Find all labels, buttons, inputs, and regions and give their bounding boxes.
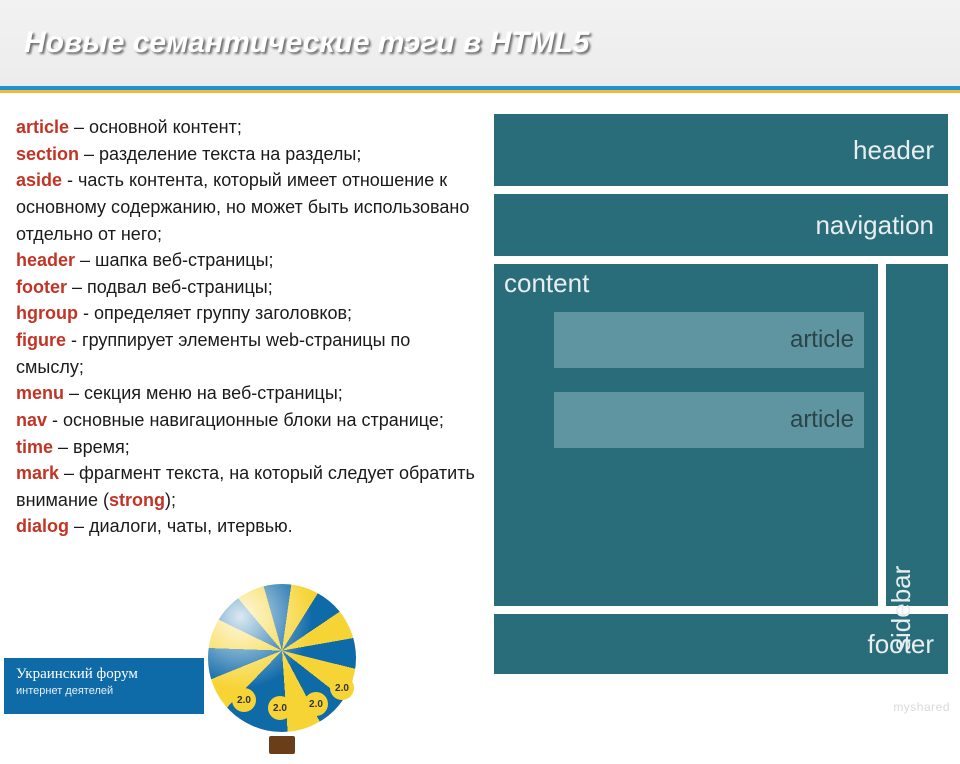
def-time: time – время;: [16, 434, 476, 461]
term-header: header: [16, 250, 75, 270]
slide-title: Новые семантические тэги в HTML5: [24, 26, 590, 60]
def-dialog: dialog – диалоги, чаты, итервью.: [16, 513, 476, 540]
term-nav: nav: [16, 410, 47, 430]
term-menu: menu: [16, 383, 64, 403]
term-time: time: [16, 437, 53, 457]
def-figure: figure - группирует элементы web-страниц…: [16, 327, 476, 380]
forum-badge: Украинский форум интернет деятелей: [4, 658, 204, 714]
term-dialog: dialog: [16, 516, 69, 536]
main-row: article – основной контент; section – ра…: [0, 90, 960, 680]
def-article: article – основной контент;: [16, 114, 476, 141]
balloon-tag-1: 2.0: [232, 688, 256, 712]
slide-title-band: Новые семантические тэги в HTML5: [0, 0, 960, 90]
def-nav: nav - основные навигационные блоки на ст…: [16, 407, 476, 434]
balloon-image: 2.0 2.0 2.0 2.0: [192, 584, 372, 764]
term-aside: aside: [16, 170, 62, 190]
def-section: section – разделение текста на разделы;: [16, 141, 476, 168]
diagram-sidebar-label: sidebar: [886, 589, 917, 651]
balloon-tag-4: 2.0: [330, 676, 354, 700]
layout-diagram: header navigation content article articl…: [494, 114, 948, 674]
diagram-sidebar: sidebar: [886, 264, 948, 606]
diagram-article-1: article: [554, 312, 864, 368]
def-aside: aside - часть контента, который имеет от…: [16, 167, 476, 247]
diagram-header: header: [494, 114, 948, 186]
def-footer: footer – подвал веб-страницы;: [16, 274, 476, 301]
balloon-tag-2: 2.0: [268, 696, 292, 720]
term-footer: footer: [16, 277, 67, 297]
diagram-content-label: content: [504, 268, 589, 299]
diagram-navigation: navigation: [494, 194, 948, 256]
diagram-footer: footer: [494, 614, 948, 674]
watermark: myshared: [893, 700, 950, 714]
balloon-tag-3: 2.0: [304, 692, 328, 716]
balloon-basket: [269, 736, 295, 754]
diagram-content: content article article: [494, 264, 878, 606]
diagram-mid-row: content article article sidebar: [494, 264, 948, 606]
forum-line2: интернет деятелей: [16, 685, 192, 697]
term-strong: strong: [109, 490, 165, 510]
term-article: article: [16, 117, 69, 137]
term-mark: mark: [16, 463, 59, 483]
term-hgroup: hgroup: [16, 303, 78, 323]
def-mark: mark – фрагмент текста, на который следу…: [16, 460, 476, 513]
def-hgroup: hgroup - определяет группу заголовков;: [16, 300, 476, 327]
term-figure: figure: [16, 330, 66, 350]
layout-diagram-column: header navigation content article articl…: [494, 114, 948, 680]
term-section: section: [16, 144, 79, 164]
diagram-article-2: article: [554, 392, 864, 448]
def-menu: menu – секция меню на веб-страницы;: [16, 380, 476, 407]
forum-line1: Украинский форум: [16, 666, 192, 683]
def-header: header – шапка веб-страницы;: [16, 247, 476, 274]
